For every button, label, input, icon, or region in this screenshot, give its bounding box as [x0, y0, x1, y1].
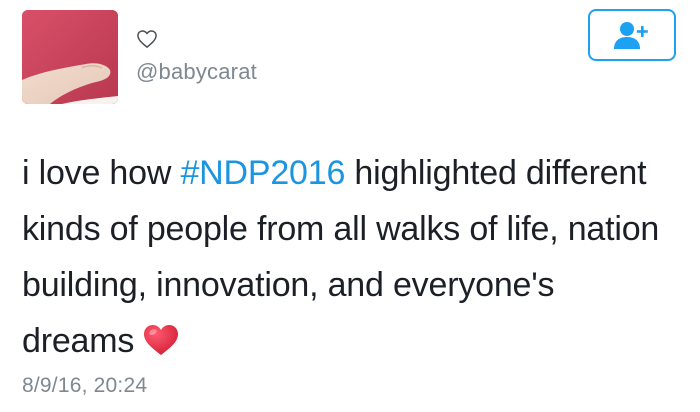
- tweet-text-start: i love how: [22, 154, 181, 192]
- tweet-text: i love how #NDP2016 highlighted differen…: [22, 145, 672, 369]
- follow-button[interactable]: [588, 9, 676, 61]
- red-heart-emoji: [144, 325, 179, 355]
- hashtag-link[interactable]: #NDP2016: [180, 154, 345, 192]
- add-user-icon: [614, 22, 648, 49]
- profile-photo: [22, 10, 118, 104]
- heart-outline-icon[interactable]: [136, 29, 158, 49]
- tweet-card: @babycarat i love how #NDP2016 highlight…: [0, 0, 700, 412]
- user-handle[interactable]: @babycarat: [136, 58, 257, 86]
- avatar[interactable]: [22, 10, 118, 104]
- timestamp[interactable]: 8/9/16, 20:24: [22, 372, 147, 400]
